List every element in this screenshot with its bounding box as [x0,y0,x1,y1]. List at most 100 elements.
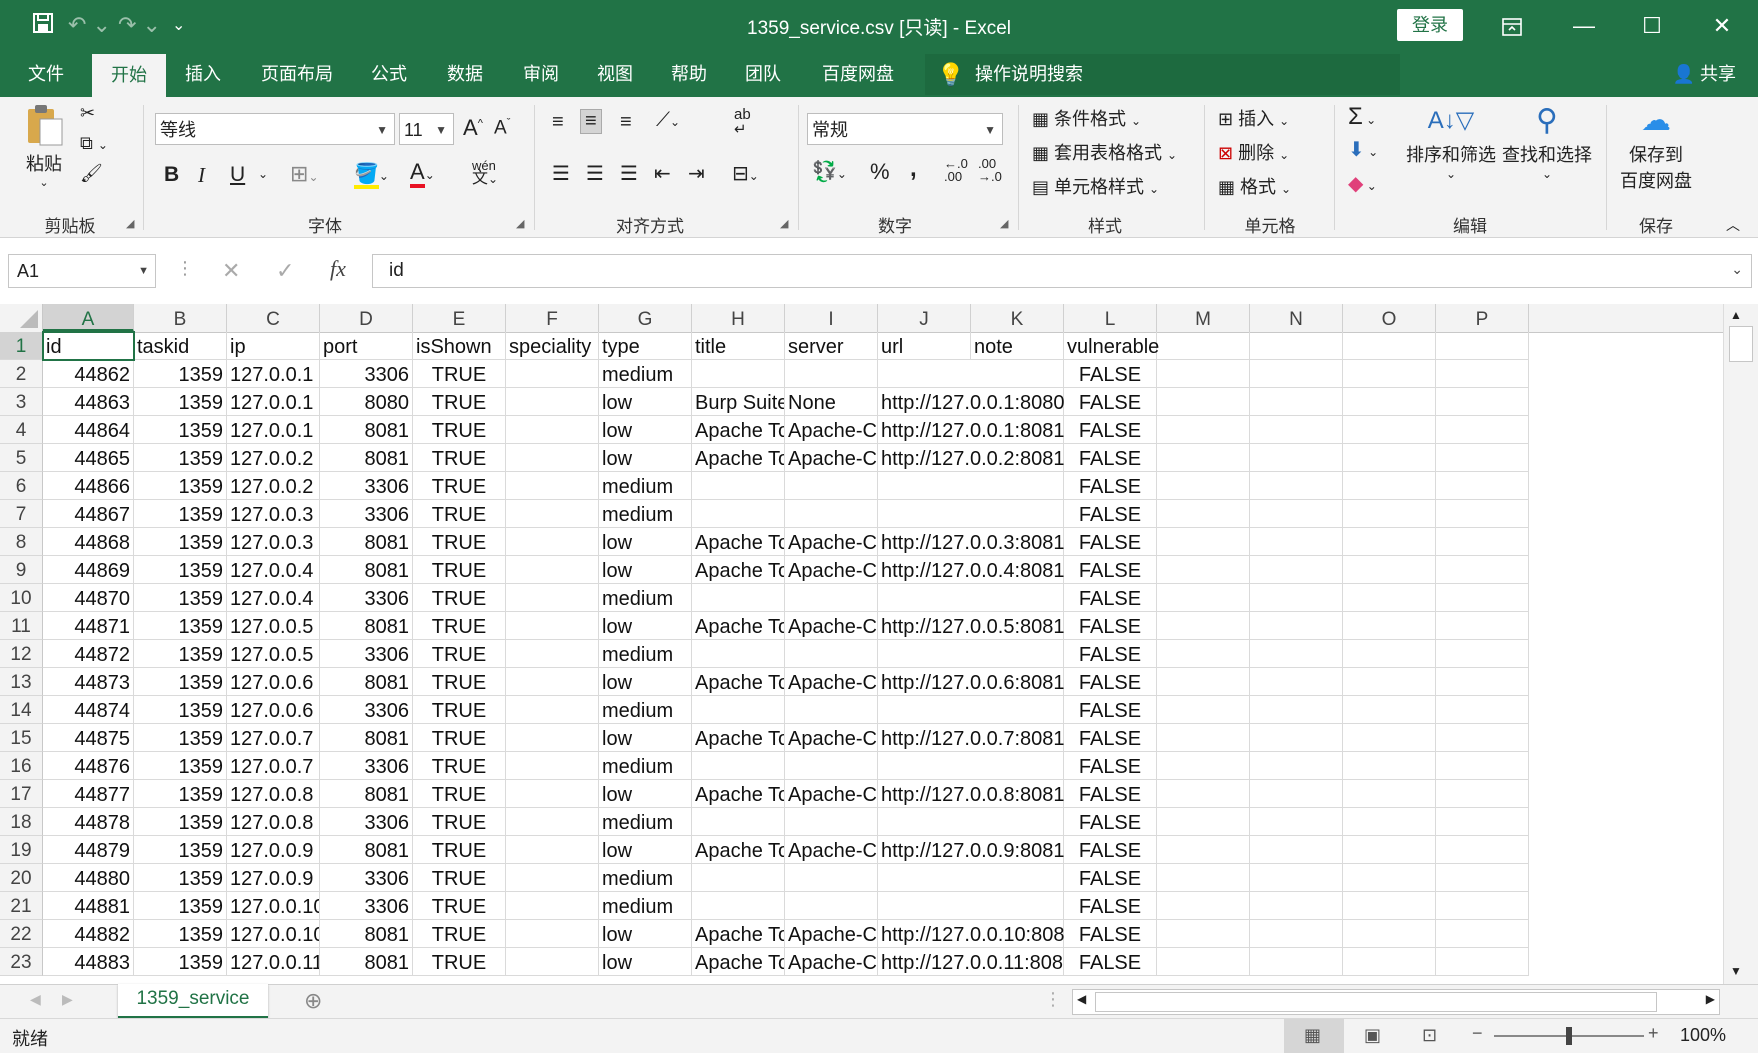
table-cell[interactable] [506,444,599,472]
tab-home[interactable]: 开始 [92,54,166,97]
row-header[interactable]: 20 [0,864,43,892]
insert-cells-button[interactable]: ⊞ 插入 ⌄ [1218,105,1289,131]
column-header-i[interactable]: I [785,304,878,332]
table-cell[interactable]: 127.0.0.7 [227,752,320,780]
table-cell[interactable] [1250,948,1343,976]
accounting-format-icon[interactable]: 💱⌄ [812,159,847,184]
table-cell[interactable]: Apache To [692,948,785,976]
table-cell[interactable]: FALSE [1064,388,1157,416]
format-painter-icon[interactable]: 🖌 [80,163,103,184]
table-cell[interactable] [1157,808,1250,836]
table-cell[interactable]: 44880 [43,864,134,892]
row-header[interactable]: 17 [0,780,43,808]
find-select-button[interactable]: ⚲ 查找和选择 ⌄ [1500,101,1594,181]
table-cell[interactable]: TRUE [413,948,506,976]
table-cell[interactable]: 127.0.0.1 [227,416,320,444]
table-cell[interactable] [1250,500,1343,528]
table-cell[interactable]: TRUE [413,500,506,528]
table-cell[interactable]: http://127.0.0.2:8081 [878,444,1064,472]
tab-team[interactable]: 团队 [730,52,796,97]
table-cell[interactable] [1250,556,1343,584]
table-cell[interactable]: 44877 [43,780,134,808]
table-cell[interactable] [785,808,878,836]
table-cell[interactable] [785,696,878,724]
row-header[interactable]: 14 [0,696,43,724]
fill-color-icon[interactable]: 🪣⌄ [354,161,389,189]
table-cell[interactable]: 44875 [43,724,134,752]
font-name-combo[interactable]: 等线 ▼ [155,113,395,145]
table-cell[interactable]: 8081 [320,612,413,640]
table-cell[interactable]: Apache-Co [785,836,878,864]
table-cell[interactable]: 1359 [134,584,227,612]
header-cell[interactable] [1157,332,1250,360]
table-cell[interactable]: 127.0.0.8 [227,780,320,808]
insert-function-icon[interactable]: fx [330,256,346,282]
table-cell[interactable] [506,668,599,696]
row-header[interactable]: 4 [0,416,43,444]
table-cell[interactable]: 3306 [320,892,413,920]
column-header-k[interactable]: K [971,304,1064,332]
undo-icon[interactable]: ↶ ⌄ [68,12,111,38]
table-cell[interactable] [1436,584,1529,612]
table-cell[interactable] [785,892,878,920]
table-cell[interactable] [878,892,1064,920]
tab-help[interactable]: 帮助 [656,52,722,97]
table-cell[interactable]: 8081 [320,416,413,444]
table-cell[interactable] [878,500,1064,528]
table-cell[interactable] [785,640,878,668]
header-cell[interactable]: port [320,332,413,360]
row-header[interactable]: 13 [0,668,43,696]
table-cell[interactable] [1343,668,1436,696]
table-cell[interactable] [506,472,599,500]
table-cell[interactable]: 1359 [134,612,227,640]
table-cell[interactable]: FALSE [1064,724,1157,752]
column-header-l[interactable]: L [1064,304,1157,332]
table-cell[interactable]: 127.0.0.8 [227,808,320,836]
table-cell[interactable]: 1359 [134,444,227,472]
table-cell[interactable]: 1359 [134,696,227,724]
table-cell[interactable]: 44876 [43,752,134,780]
table-cell[interactable]: medium [599,360,692,388]
save-icon[interactable] [32,12,54,40]
table-cell[interactable] [1343,780,1436,808]
copy-icon[interactable]: ⧉ ⌄ [80,133,108,154]
cut-icon[interactable]: ✂ [80,103,95,124]
login-button[interactable]: 登录 [1397,9,1463,41]
table-cell[interactable] [506,864,599,892]
table-cell[interactable] [506,836,599,864]
share-button[interactable]: 👤 共享 [1673,52,1736,97]
header-cell[interactable]: type [599,332,692,360]
table-cell[interactable]: 1359 [134,836,227,864]
table-cell[interactable] [1250,388,1343,416]
table-cell[interactable]: TRUE [413,864,506,892]
table-cell[interactable]: 1359 [134,808,227,836]
table-cell[interactable] [1343,472,1436,500]
table-cell[interactable] [878,584,1064,612]
add-sheet-icon[interactable]: ⊕ [304,988,322,1014]
table-cell[interactable] [1250,668,1343,696]
table-cell[interactable]: Apache-Co [785,556,878,584]
row-header[interactable]: 5 [0,444,43,472]
table-cell[interactable] [506,948,599,976]
zoom-out-icon[interactable]: − [1472,1023,1483,1044]
table-cell[interactable]: 8081 [320,948,413,976]
table-cell[interactable] [1343,528,1436,556]
table-cell[interactable]: medium [599,696,692,724]
sheet-tab-1359-service[interactable]: 1359_service [118,984,268,1019]
table-cell[interactable] [1343,360,1436,388]
table-cell[interactable]: 3306 [320,640,413,668]
page-break-view-icon[interactable]: ⊡ [1422,1025,1437,1046]
header-cell[interactable]: isShown [413,332,506,360]
table-cell[interactable]: FALSE [1064,948,1157,976]
table-cell[interactable]: TRUE [413,388,506,416]
table-cell[interactable] [1343,920,1436,948]
table-cell[interactable] [692,472,785,500]
bold-button[interactable]: B [164,163,179,187]
table-cell[interactable] [1436,444,1529,472]
table-cell[interactable]: 44868 [43,528,134,556]
minimize-icon[interactable]: — [1554,0,1614,52]
table-cell[interactable]: TRUE [413,640,506,668]
table-cell[interactable] [1436,640,1529,668]
table-cell[interactable] [1157,836,1250,864]
table-cell[interactable] [1157,696,1250,724]
